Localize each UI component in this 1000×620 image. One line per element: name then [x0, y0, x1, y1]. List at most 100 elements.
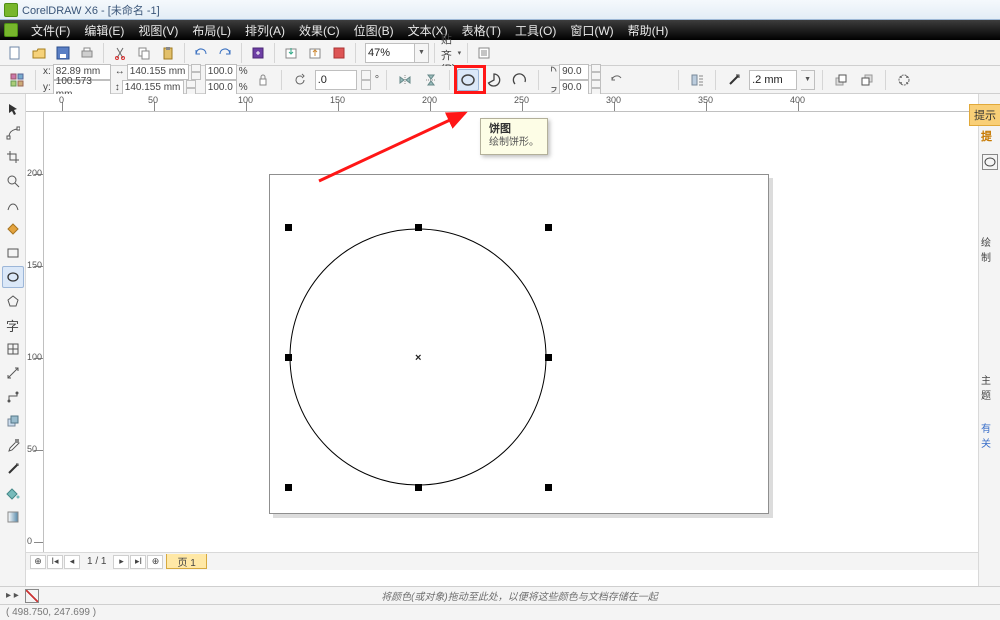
handle-ne[interactable]	[545, 224, 552, 231]
wrap-text-button[interactable]	[686, 69, 708, 91]
print-button[interactable]	[76, 42, 98, 64]
start-angle-icon	[546, 66, 557, 77]
copy-button[interactable]	[133, 42, 155, 64]
crop-tool[interactable]	[2, 146, 24, 168]
rotation-input[interactable]: .0	[315, 70, 357, 90]
status-nav-icon[interactable]: ▸ ▸	[6, 590, 19, 601]
zoom-level-combo[interactable]: 47% ▼	[365, 43, 429, 63]
dimension-tool[interactable]	[2, 362, 24, 384]
to-front-button[interactable]	[830, 69, 852, 91]
mirror-h-button[interactable]	[394, 69, 416, 91]
page-last-button[interactable]: ▸I	[130, 555, 146, 569]
rectangle-tool[interactable]	[2, 242, 24, 264]
menu-arrange[interactable]: 排列(A)	[238, 20, 292, 41]
export-button[interactable]	[304, 42, 326, 64]
ellipse-tool[interactable]	[2, 266, 24, 288]
table-tool[interactable]	[2, 338, 24, 360]
menu-file[interactable]: 文件(F)	[24, 20, 77, 41]
dock-hints-label: 提	[979, 124, 1000, 148]
menu-window[interactable]: 窗口(W)	[563, 20, 620, 41]
page-first-button[interactable]: I◂	[47, 555, 63, 569]
page-navigator: ⊕ I◂ ◂ 1 / 1 ▸ ▸I ⊕ 页 1	[26, 552, 1000, 570]
menu-layout[interactable]: 布局(L)	[185, 20, 238, 41]
handle-w[interactable]	[285, 354, 292, 361]
shape-tool[interactable]	[2, 122, 24, 144]
open-button[interactable]	[28, 42, 50, 64]
menu-effects[interactable]: 效果(C)	[292, 20, 347, 41]
menu-tools[interactable]: 工具(O)	[508, 20, 563, 41]
scale-x-input[interactable]: 100.0	[205, 64, 237, 80]
save-button[interactable]	[52, 42, 74, 64]
freehand-tool[interactable]	[2, 194, 24, 216]
search-button[interactable]	[247, 42, 269, 64]
import-button[interactable]	[280, 42, 302, 64]
menu-bar: 文件(F) 编辑(E) 视图(V) 布局(L) 排列(A) 效果(C) 位图(B…	[0, 20, 1000, 40]
snap-button[interactable]: 贴齐(P) ▾	[440, 42, 462, 64]
smart-fill-tool[interactable]	[2, 218, 24, 240]
zoom-tool[interactable]	[2, 170, 24, 192]
fill-tool[interactable]	[2, 482, 24, 504]
outline-width-input[interactable]: .2 mm	[749, 70, 797, 90]
to-back-button[interactable]	[856, 69, 878, 91]
handle-se[interactable]	[545, 484, 552, 491]
menu-view[interactable]: 视图(V)	[131, 20, 185, 41]
publish-pdf-button[interactable]	[328, 42, 350, 64]
page-add-back-button[interactable]: ⊕	[147, 555, 163, 569]
convert-curves-button[interactable]	[893, 69, 915, 91]
ruler-vertical[interactable]: 200 150 100 50 0	[26, 112, 44, 570]
arc-button[interactable]	[509, 69, 531, 91]
page-prev-button[interactable]: ◂	[64, 555, 80, 569]
outline-width-dropdown[interactable]: ▼	[801, 70, 815, 90]
hints-docker-tab[interactable]: 提示	[969, 104, 1000, 126]
ruler-horizontal[interactable]: 0 50 100 150 200 250 300 350 400	[26, 94, 982, 112]
handle-sw[interactable]	[285, 484, 292, 491]
lock-ratio-button[interactable]	[252, 69, 274, 91]
selection-center-icon[interactable]: ×	[415, 352, 421, 364]
status-bar-2: ( 498.750, 247.699 )	[0, 604, 1000, 620]
start-angle-spin[interactable]	[591, 64, 601, 80]
presets-button[interactable]	[6, 69, 28, 91]
page-tab-1[interactable]: 页 1	[166, 554, 206, 569]
swap-angles-button[interactable]	[605, 69, 627, 91]
mirror-v-button[interactable]	[420, 69, 442, 91]
interactive-fill-tool[interactable]	[2, 506, 24, 528]
menu-table[interactable]: 表格(T)	[455, 20, 508, 41]
connector-tool[interactable]	[2, 386, 24, 408]
handle-n[interactable]	[415, 224, 422, 231]
text-tool[interactable]: 字	[2, 314, 24, 336]
start-angle-input[interactable]: 90.0	[559, 64, 589, 80]
width-icon: ↔	[115, 65, 125, 78]
pick-tool[interactable]	[2, 98, 24, 120]
handle-nw[interactable]	[285, 224, 292, 231]
handle-e[interactable]	[545, 354, 552, 361]
dock-draw-label: 绘制	[979, 230, 1000, 268]
rotation-spin[interactable]	[361, 70, 371, 90]
handle-s[interactable]	[415, 484, 422, 491]
page-add-front-button[interactable]: ⊕	[30, 555, 46, 569]
pie-button[interactable]	[483, 69, 505, 91]
menu-bitmap[interactable]: 位图(B)	[347, 20, 401, 41]
page-next-button[interactable]: ▸	[113, 555, 129, 569]
options-button[interactable]	[473, 42, 495, 64]
cut-button[interactable]	[109, 42, 131, 64]
arc-angles: 90.0 90.0	[546, 64, 601, 96]
interactive-tool[interactable]	[2, 410, 24, 432]
outline-tool[interactable]	[2, 458, 24, 480]
width-spin[interactable]	[191, 64, 201, 80]
menu-edit[interactable]: 编辑(E)	[77, 20, 131, 41]
zoom-level-dropdown[interactable]: ▼	[415, 43, 429, 63]
dock-related-label: 有关	[979, 416, 1000, 454]
zoom-level-value[interactable]: 47%	[365, 43, 415, 63]
paste-button[interactable]	[157, 42, 179, 64]
undo-button[interactable]	[190, 42, 212, 64]
menu-help[interactable]: 帮助(H)	[621, 20, 676, 41]
new-button[interactable]	[4, 42, 26, 64]
redo-button[interactable]	[214, 42, 236, 64]
polygon-tool[interactable]	[2, 290, 24, 312]
status-no-fill-icon[interactable]	[25, 589, 39, 603]
tooltip-description: 绘制饼形。	[489, 136, 539, 150]
property-bar: x:82.89 mm y:100.573 mm ↔140.155 mm ↕140…	[0, 66, 1000, 94]
canvas[interactable]: ×	[44, 112, 982, 570]
width-input[interactable]: 140.155 mm	[127, 64, 189, 80]
eyedropper-tool[interactable]	[2, 434, 24, 456]
